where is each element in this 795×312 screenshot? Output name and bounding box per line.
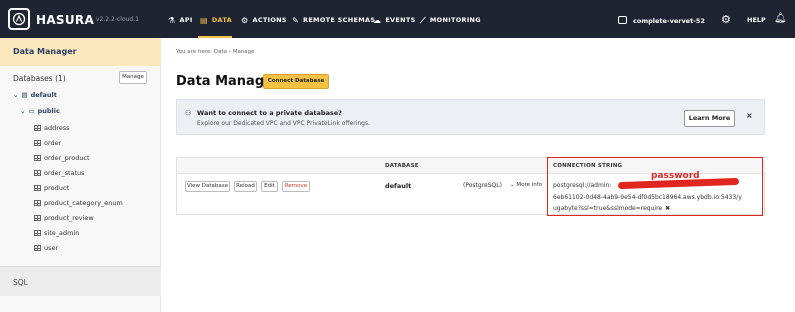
nav-data[interactable]: ▤ DATA	[200, 16, 232, 25]
connection-string-line: 6eb61102-0d48-4ab9-9e54-df0d5bc18964.aws…	[553, 194, 742, 201]
connect-database-button[interactable]: Connect Database	[263, 74, 329, 89]
connection-string-line: postgresql://admin:	[553, 182, 612, 189]
actions-icon: ⚙	[241, 16, 249, 25]
sidebar: Data Manager Databases (1) Manage ⌄ ▤ defa…	[0, 38, 161, 312]
tree-schema-public[interactable]: ⌄ ▭ public	[20, 107, 60, 115]
help-link[interactable]: HELP	[747, 16, 766, 24]
chart-icon: ⟋	[420, 16, 426, 25]
column-header-database: DATABASE	[385, 163, 419, 169]
view-database-button[interactable]: View Database	[185, 181, 230, 192]
close-icon[interactable]: ×	[746, 111, 753, 120]
clear-icon[interactable]: ✖	[665, 205, 670, 212]
plug-icon: ✎	[292, 16, 300, 25]
flask-icon: ⚗	[168, 16, 176, 25]
project-selector[interactable]: complete-vervet-52	[618, 16, 705, 25]
banner-title: Want to connect to a private database?	[197, 109, 342, 117]
chevron-down-icon: ⌄	[13, 91, 19, 99]
network-icon: ⚇	[185, 109, 192, 117]
sidebar-table-order-product[interactable]: order_product	[34, 154, 90, 162]
folder-icon: ▭	[28, 107, 35, 115]
table-icon	[34, 215, 41, 221]
banner-subtitle: Explore our Dedicated VPC and VPC Privat…	[197, 120, 371, 127]
database-type: (PostgreSQL)	[463, 182, 502, 189]
sidebar-table-address[interactable]: address	[34, 124, 70, 132]
enum-table-icon	[34, 200, 41, 206]
manage-databases-button[interactable]: Manage	[119, 71, 147, 84]
reload-button[interactable]: Reload	[234, 181, 257, 192]
learn-more-button[interactable]: Learn More	[684, 110, 735, 127]
sidebar-table-product-category-enum[interactable]: product_category_enum	[34, 199, 123, 207]
settings-gear-icon[interactable]: ⚙	[721, 13, 731, 26]
more-info-toggle[interactable]: ⌄ More info	[510, 182, 542, 188]
table-icon	[34, 230, 41, 236]
nav-api[interactable]: ⚗ API	[168, 16, 193, 25]
nav-actions[interactable]: ⚙ ACTIONS	[241, 16, 287, 25]
tree-database-default[interactable]: ⌄ ▤ default	[13, 91, 57, 99]
chevron-down-icon: ⌄	[20, 107, 26, 115]
edit-button[interactable]: Edit	[261, 181, 278, 192]
table-icon	[34, 245, 41, 251]
project-database-icon	[618, 16, 627, 24]
table-icon	[34, 155, 41, 161]
remove-button[interactable]: Remove	[282, 181, 310, 192]
private-db-banner: ⚇ Want to connect to a private database?…	[176, 99, 765, 135]
column-header-connection-string: CONNECTION STRING	[553, 163, 623, 169]
sidebar-table-product[interactable]: product	[34, 184, 69, 192]
hasura-logo-icon[interactable]	[8, 8, 30, 30]
active-tab-indicator	[198, 36, 232, 38]
sidebar-header[interactable]: Data Manager	[0, 38, 161, 66]
table-icon	[34, 140, 41, 146]
notifications-bell-icon[interactable]: 🔔︎	[774, 13, 787, 24]
sidebar-table-user[interactable]: user	[34, 244, 58, 252]
database-name: default	[385, 182, 412, 190]
brand-name: HASURA	[36, 13, 95, 27]
table-icon	[34, 125, 41, 131]
sidebar-table-order-status[interactable]: order_status	[34, 169, 85, 177]
database-icon: ▤	[21, 91, 28, 99]
sidebar-table-order[interactable]: order	[34, 139, 61, 147]
top-navbar: HASURA v2.2.2-cloud.1 ⚗ API ▤ DATA ⚙ ACTION…	[0, 0, 795, 38]
nav-monitoring[interactable]: ⟋ MONITORING	[420, 16, 481, 26]
databases-count: Databases (1)	[13, 74, 66, 83]
nav-events[interactable]: ☁ EVENTS	[373, 16, 416, 25]
cloud-icon: ☁	[373, 16, 382, 25]
password-redaction-mark	[617, 177, 740, 190]
nav-remote-schemas[interactable]: ✎ REMOTE SCHEMAS	[292, 16, 375, 25]
sidebar-sql-link[interactable]: SQL	[0, 266, 161, 296]
table-icon	[34, 170, 41, 176]
connection-string-cell: CONNECTION STRING password postgresql://…	[547, 157, 763, 216]
sidebar-table-product-review[interactable]: product_review	[34, 214, 94, 222]
sidebar-table-site-admin[interactable]: site_admin	[34, 229, 79, 237]
breadcrumb: You are here: Data › Manage	[176, 49, 255, 55]
connection-string-line: ugabyte?ssl=true&sslmode=require ✖	[553, 205, 671, 212]
table-icon	[34, 185, 41, 191]
database-icon: ▤	[200, 16, 208, 25]
version-label: v2.2.2-cloud.1	[96, 16, 139, 23]
